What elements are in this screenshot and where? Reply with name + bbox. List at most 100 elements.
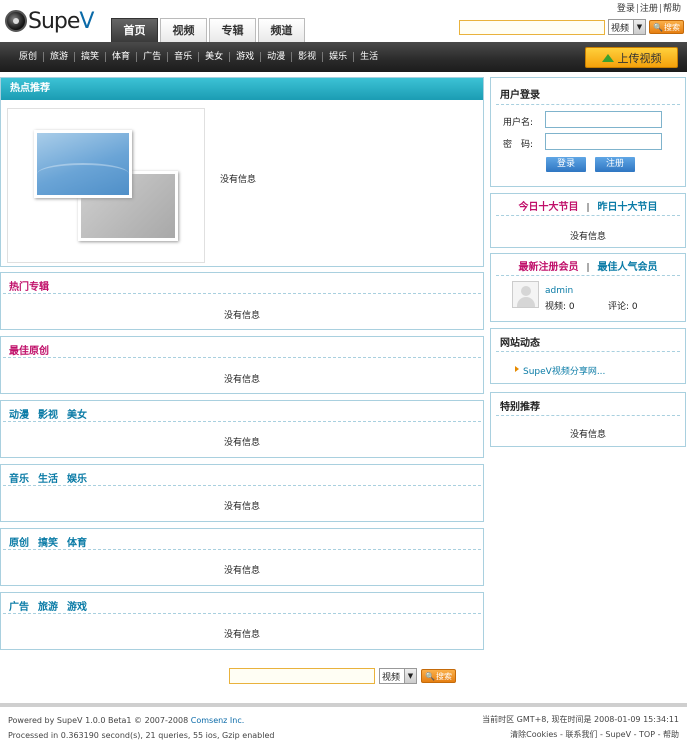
bottom-search: 视频 ▼ 🔍 搜索 — [229, 668, 456, 684]
login-panel: 用户登录 用户名: 密 码: 登录 注册 — [490, 77, 686, 187]
search-type-value: 视频 — [382, 672, 401, 683]
search-icon: 🔍 — [653, 22, 663, 32]
section-title-link[interactable]: 搞笑 — [38, 538, 58, 549]
processed-info: Processed in 0.363190 second(s), 21 quer… — [8, 731, 275, 740]
section-title-link[interactable]: 热门专辑 — [9, 282, 49, 293]
password-field[interactable] — [545, 133, 662, 150]
nav-item-beauty[interactable]: 美女 — [199, 52, 231, 62]
footer-right: 当前时区 GMT+8, 现在时间是 2008-01-09 15:34:11 清除… — [482, 712, 679, 741]
section-title: 音乐 生活 娱乐 — [9, 470, 96, 485]
chevron-down-icon: ▼ — [633, 20, 645, 34]
section-title-link[interactable]: 美女 — [67, 410, 87, 421]
top10-empty-text: 没有信息 — [569, 232, 606, 242]
nav-item-sports[interactable]: 体育 — [106, 52, 138, 62]
nav-item-original[interactable]: 原创 — [13, 52, 45, 62]
footer-links[interactable]: 清除Cookies - 联系我们 - SupeV - TOP - 帮助 — [482, 727, 679, 741]
help-link[interactable]: 帮助 — [663, 4, 681, 14]
search-type-select[interactable]: 视频 ▼ — [608, 19, 646, 35]
divider — [496, 215, 680, 216]
login-button[interactable]: 登录 — [546, 157, 586, 172]
divider — [496, 351, 680, 352]
featured-thumbnail[interactable] — [7, 108, 205, 263]
footer-left: Powered by SupeV 1.0.0 Beta1 © 2007-2008… — [8, 713, 274, 741]
today-top10-tab[interactable]: 今日十大节目 — [518, 202, 578, 213]
nav-item-funny[interactable]: 搞笑 — [75, 52, 107, 62]
section-title-link[interactable]: 旅游 — [38, 602, 58, 613]
section-music-life-entertainment: 音乐 生活 娱乐 没有信息 — [0, 464, 484, 522]
register-link[interactable]: 注册 — [640, 4, 658, 14]
news-item-link[interactable]: SupeV视频分享网... — [523, 364, 605, 377]
section-ads-travel-games: 广告 旅游 游戏 没有信息 — [0, 592, 484, 650]
section-empty-text: 没有信息 — [223, 438, 260, 448]
chevron-down-icon: ▼ — [404, 669, 416, 683]
logo-disc-icon — [5, 10, 27, 32]
yesterday-top10-tab[interactable]: 昨日十大节目 — [598, 202, 658, 213]
login-link[interactable]: 登录 — [617, 4, 635, 14]
powered-by-text: Powered by SupeV 1.0.0 Beta1 © 2007-2008 — [8, 716, 189, 725]
nav-item-life[interactable]: 生活 — [354, 52, 384, 62]
search-button-label: 搜索 — [435, 671, 452, 681]
nav-item-travel[interactable]: 旅游 — [44, 52, 76, 62]
section-title-link[interactable]: 影视 — [38, 410, 58, 421]
main-tabs: 首页 视频 专辑 频道 — [111, 18, 307, 42]
tab-videos[interactable]: 视频 — [160, 18, 207, 42]
section-title-link[interactable]: 最佳原创 — [9, 346, 49, 357]
hot-empty-text: 没有信息 — [220, 175, 257, 185]
section-title-link[interactable]: 原创 — [9, 538, 29, 549]
search-icon: 🔍 — [425, 671, 435, 681]
section-best-original: 最佳原创 没有信息 — [0, 336, 484, 394]
divider — [3, 357, 481, 358]
search-input[interactable] — [459, 19, 605, 35]
username-field[interactable] — [545, 111, 662, 128]
section-title: 广告 旅游 游戏 — [9, 598, 96, 613]
section-empty-text: 没有信息 — [223, 502, 260, 512]
site-news-panel: 网站动态 SupeV视频分享网... — [490, 328, 686, 384]
placeholder-image-icon — [34, 130, 132, 198]
tab-albums[interactable]: 专辑 — [209, 18, 256, 42]
nav-item-anime[interactable]: 动漫 — [261, 52, 293, 62]
section-title-link[interactable]: 动漫 — [9, 410, 29, 421]
popular-members-tab[interactable]: 最佳人气会员 — [598, 262, 658, 273]
nav-item-film[interactable]: 影视 — [292, 52, 324, 62]
section-title: 动漫 影视 美女 — [9, 406, 96, 421]
register-button[interactable]: 注册 — [595, 157, 635, 172]
upload-video-button[interactable]: 上传视频 — [585, 47, 678, 68]
company-link[interactable]: Comsenz Inc. — [191, 716, 245, 725]
section-empty-text: 没有信息 — [223, 375, 260, 385]
tab-home[interactable]: 首页 — [111, 18, 158, 42]
bottom-search-button[interactable]: 🔍 搜索 — [421, 669, 456, 683]
footer-divider — [0, 703, 687, 707]
separator: | — [658, 4, 662, 14]
site-logo[interactable]: SupeV — [5, 6, 94, 36]
section-title-link[interactable]: 游戏 — [67, 602, 87, 613]
separator: | — [586, 203, 590, 213]
nav-item-entertainment[interactable]: 娱乐 — [323, 52, 355, 62]
divider — [3, 549, 481, 550]
newest-members-tab[interactable]: 最新注册会员 — [518, 262, 578, 273]
nav-item-music[interactable]: 音乐 — [168, 52, 200, 62]
special-recommend-panel: 特别推荐 没有信息 — [490, 392, 686, 447]
separator: | — [586, 263, 590, 273]
bottom-search-input[interactable] — [229, 668, 375, 684]
nav-item-ads[interactable]: 广告 — [137, 52, 169, 62]
top-search: 视频 ▼ 🔍 搜索 — [459, 19, 684, 35]
divider — [3, 293, 481, 294]
section-title-link[interactable]: 广告 — [9, 602, 29, 613]
section-title-link[interactable]: 体育 — [67, 538, 87, 549]
search-button[interactable]: 🔍 搜索 — [649, 20, 684, 34]
avatar[interactable] — [512, 281, 539, 308]
upload-arrow-icon — [601, 53, 614, 62]
tab-channels[interactable]: 频道 — [258, 18, 305, 42]
top10-panel: 今日十大节目 | 昨日十大节目 没有信息 — [490, 193, 686, 248]
section-hot-albums: 热门专辑 没有信息 — [0, 272, 484, 330]
hot-recommend-panel: 热点推荐 没有信息 — [0, 77, 484, 267]
login-title: 用户登录 — [500, 90, 540, 101]
section-title: 热门专辑 — [9, 278, 58, 293]
nav-item-games[interactable]: 游戏 — [230, 52, 262, 62]
bottom-search-type-select[interactable]: 视频 ▼ — [379, 668, 417, 684]
special-recommend-title: 特别推荐 — [500, 402, 540, 413]
member-name-link[interactable]: admin — [545, 286, 573, 296]
section-title-link[interactable]: 娱乐 — [67, 474, 87, 485]
section-title-link[interactable]: 音乐 — [9, 474, 29, 485]
section-title-link[interactable]: 生活 — [38, 474, 58, 485]
